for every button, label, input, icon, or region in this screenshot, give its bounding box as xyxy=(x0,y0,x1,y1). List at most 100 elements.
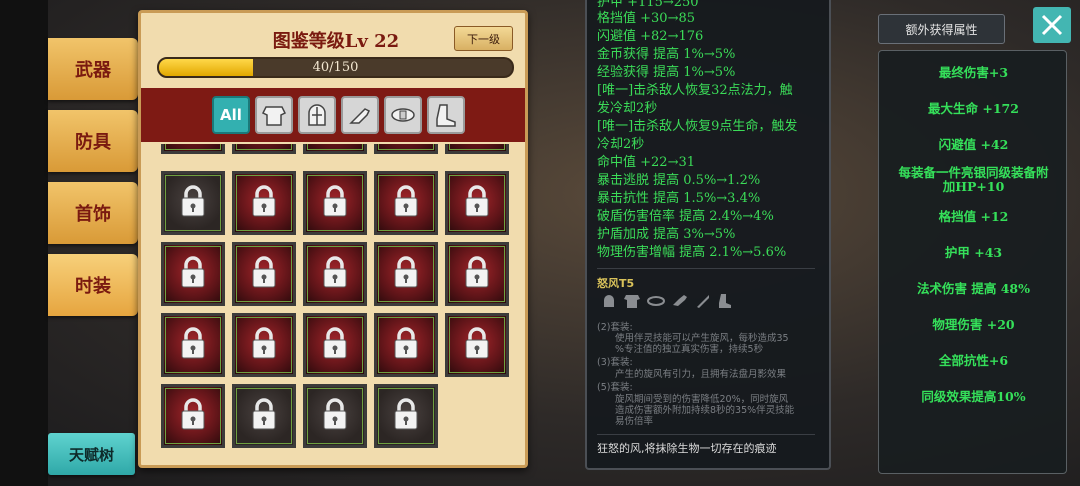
set-bonus-line: 使用伴灵技能可以产生旋风，每秒造成35 xyxy=(615,333,789,344)
codex-item-grid xyxy=(161,144,521,465)
codex-slot-locked[interactable] xyxy=(161,242,225,306)
tooltip-stat-line: 破盾伤害倍率 提高 2.4%→4% xyxy=(597,209,774,224)
set-armor-icon xyxy=(624,295,640,308)
codex-slot-locked[interactable] xyxy=(303,313,367,377)
set-belt-icon xyxy=(647,296,665,306)
codex-slot-locked[interactable] xyxy=(232,171,296,235)
item-tooltip: 护甲 +115→250 格挡值 +30→85 闪避值 +82→176 金币获得 提高 … xyxy=(585,0,831,470)
lock-icon xyxy=(391,326,421,364)
codex-slot-partial[interactable] xyxy=(445,144,509,154)
codex-slot-locked[interactable] xyxy=(161,384,225,448)
filter-gauntlet-icon[interactable] xyxy=(341,96,379,134)
tooltip-stat-line: 冷却2秒 xyxy=(597,137,645,152)
codex-slot-locked[interactable] xyxy=(232,242,296,306)
lock-icon xyxy=(391,255,421,293)
lock-icon xyxy=(320,184,350,222)
talent-tree-button[interactable]: 天赋树 xyxy=(48,433,135,475)
tooltip-stat-line: 暴击抗性 提高 1.5%→3.4% xyxy=(597,191,761,206)
category-tab-fashion[interactable]: 时装 xyxy=(48,254,138,316)
tooltip-stat-line: 金币获得 提高 1%→5% xyxy=(597,47,736,62)
lock-icon xyxy=(249,255,279,293)
extra-attribute: 加HP+10 xyxy=(942,179,1005,194)
codex-slot-locked[interactable] xyxy=(161,313,225,377)
lock-icon xyxy=(320,326,350,364)
codex-slot-locked[interactable] xyxy=(161,171,225,235)
extra-attribute: 全部抗性+6 xyxy=(938,353,1009,368)
set-bonus-line: (2)套装: xyxy=(597,322,633,333)
set-bonus-line: (5)套装: xyxy=(597,382,633,393)
left-edge-shadow xyxy=(0,0,48,486)
set-bonus-line: %专注值的独立真实伤害，持续5秒 xyxy=(615,344,764,355)
codex-slot-partial[interactable] xyxy=(232,144,296,154)
lock-icon xyxy=(249,397,279,435)
tooltip-stat-line: 护盾加成 提高 3%→5% xyxy=(597,227,736,242)
extra-attribute: 法术伤害 提高 48% xyxy=(917,281,1030,296)
codex-slot-locked[interactable] xyxy=(445,242,509,306)
codex-slot-locked[interactable] xyxy=(374,171,438,235)
tooltip-divider-bottom xyxy=(597,434,815,435)
tooltip-stat-line: 经验获得 提高 1%→5% xyxy=(597,65,736,80)
codex-slot-locked[interactable] xyxy=(303,384,367,448)
codex-progress-text: 40/150 xyxy=(312,60,359,75)
tooltip-stat-line: 闪避值 +82→176 xyxy=(597,29,704,44)
filter-helmet-icon[interactable] xyxy=(298,96,336,134)
extra-attributes-panel: 最终伤害+3 最大生命 +172 闪避值 +42 每装备一件亮银同级装备附 加HP+10… xyxy=(878,50,1067,474)
codex-slot-locked[interactable] xyxy=(374,384,438,448)
tooltip-stat-line: 命中值 +22→31 xyxy=(597,155,696,170)
extra-attribute: 最大生命 +172 xyxy=(928,101,1019,116)
codex-slot-locked[interactable] xyxy=(232,313,296,377)
set-bonus-line: 旋风期间受到的伤害降低20%，同时旋风 xyxy=(615,394,789,405)
lock-icon xyxy=(462,326,492,364)
codex-slot-locked[interactable] xyxy=(232,384,296,448)
codex-slot-locked[interactable] xyxy=(374,313,438,377)
filter-all-button[interactable]: All xyxy=(212,96,250,134)
codex-slot-locked[interactable] xyxy=(303,242,367,306)
codex-slot-locked[interactable] xyxy=(445,313,509,377)
lock-icon xyxy=(178,326,208,364)
lock-icon xyxy=(462,184,492,222)
lock-icon xyxy=(320,255,350,293)
set-bonus-line: 产生的旋风有引力，且拥有法盘月影效果 xyxy=(615,369,787,380)
next-level-button[interactable]: 下一级 xyxy=(454,26,513,51)
set-helmet-icon xyxy=(604,295,614,307)
set-gauntlet-icon xyxy=(673,295,687,306)
category-tab-jewelry[interactable]: 首饰 xyxy=(48,182,138,244)
lock-icon xyxy=(462,255,492,293)
codex-slot-locked[interactable] xyxy=(303,171,367,235)
lock-icon xyxy=(178,255,208,293)
flavor-text: 狂怒的风,将抹除生物一切存在的痕迹 xyxy=(597,442,777,455)
tooltip-stat-line: [唯一]击杀敌人恢复32点法力，触 xyxy=(597,83,793,98)
set-bonus-line: 易伤倍率 xyxy=(615,416,654,427)
codex-progress-bar: 40/150 xyxy=(157,57,514,78)
filter-bar: All xyxy=(141,88,525,142)
lock-icon xyxy=(178,184,208,222)
codex-panel: 图鉴等级Lv 22 下一级 40/150 All xyxy=(138,10,528,468)
category-tab-weapon[interactable]: 武器 xyxy=(48,38,138,100)
tooltip-stat-line: [唯一]击杀敌人恢复9点生命，触发 xyxy=(597,119,798,134)
codex-slot-locked[interactable] xyxy=(445,171,509,235)
tooltip-stat-line: 物理伤害增幅 提高 2.1%→5.6% xyxy=(597,245,787,260)
extra-attribute: 最终伤害+3 xyxy=(938,65,1009,80)
close-button[interactable] xyxy=(1033,7,1071,43)
extra-attribute: 同级效果提高10% xyxy=(921,389,1026,404)
codex-slot-partial[interactable] xyxy=(161,144,225,154)
lock-icon xyxy=(391,397,421,435)
codex-slot-partial[interactable] xyxy=(303,144,367,154)
filter-boots-icon[interactable] xyxy=(427,96,465,134)
extra-attribute: 每装备一件亮银同级装备附 xyxy=(898,165,1049,180)
lock-icon xyxy=(391,184,421,222)
set-name: 怒风T5 xyxy=(597,277,635,290)
extra-attribute: 闪避值 +42 xyxy=(938,137,1009,152)
lock-icon xyxy=(249,326,279,364)
tooltip-stat-line: 格挡值 +30→85 xyxy=(597,11,696,26)
filter-belt-icon[interactable] xyxy=(384,96,422,134)
set-boots-icon xyxy=(719,294,731,308)
codex-slot-locked[interactable] xyxy=(374,242,438,306)
tooltip-stat-line: 暴击逃脱 提高 0.5%→1.2% xyxy=(597,173,761,188)
set-icons xyxy=(601,293,733,309)
filter-armor-icon[interactable] xyxy=(255,96,293,134)
codex-slot-partial[interactable] xyxy=(374,144,438,154)
category-tab-armor[interactable]: 防具 xyxy=(48,110,138,172)
set-bonus-line: (3)套装: xyxy=(597,357,633,368)
extra-attribute: 格挡值 +12 xyxy=(938,209,1009,224)
